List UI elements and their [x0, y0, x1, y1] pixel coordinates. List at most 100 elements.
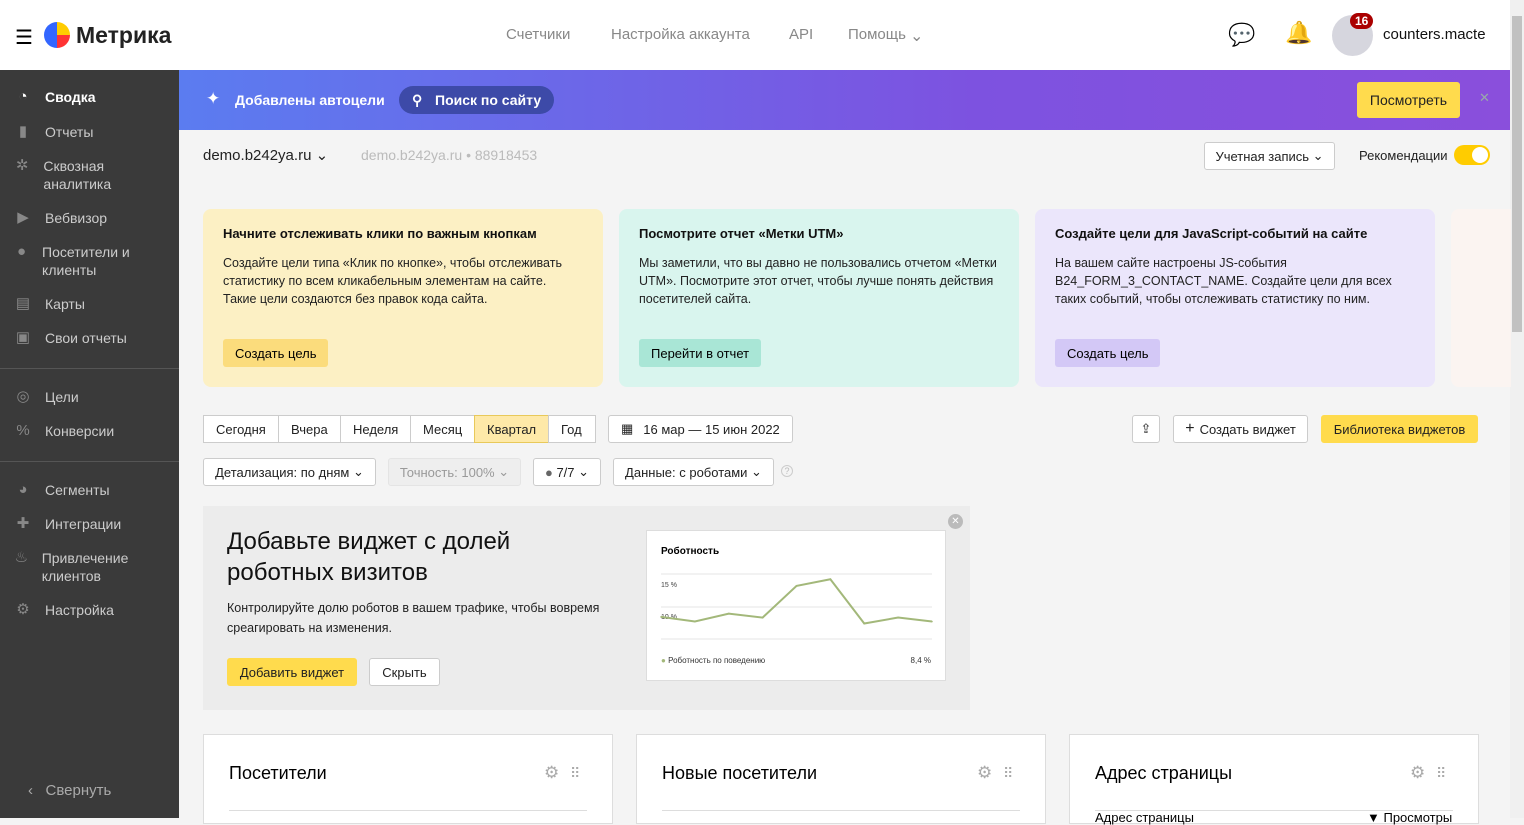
nav-api[interactable]: API: [789, 26, 813, 43]
gear-icon[interactable]: ⚙: [1410, 763, 1425, 783]
robot-widget-promo: Добавьте виджет с долей роботных визитов…: [203, 506, 970, 710]
gear-icon[interactable]: ⚙: [977, 763, 992, 783]
accuracy-dropdown[interactable]: Точность: 100% ⌄: [388, 458, 521, 486]
site-search-pill[interactable]: ⚲ Поиск по сайту: [399, 86, 555, 114]
banner-title: Добавлены автоцели: [235, 92, 385, 108]
logo[interactable]: Метрика: [76, 22, 171, 49]
menu-icon[interactable]: ☰: [15, 25, 33, 50]
data-point: [795, 585, 798, 587]
widget-title: Адрес страницы: [1095, 763, 1233, 783]
card-title: Посмотрите отчет «Метки UTM»: [639, 226, 844, 241]
export-button[interactable]: ⇪: [1132, 415, 1160, 443]
card-title: Создайте цели для JavaScript-событий на …: [1055, 226, 1368, 241]
user-name[interactable]: counters.macte: [1383, 26, 1486, 43]
help-icon[interactable]: ?: [781, 465, 793, 477]
sidebar-item-12[interactable]: ⚙ Настройка: [14, 601, 164, 619]
segment-icon: ●: [544, 464, 557, 480]
scrollbar[interactable]: [1510, 0, 1524, 818]
data-point: [897, 616, 899, 619]
period-0[interactable]: Сегодня: [203, 415, 279, 443]
card-title: Начните отслеживать клики по важным кноп…: [223, 226, 537, 241]
sidebar-item-11[interactable]: ♨ Привлечение клиентов: [14, 549, 164, 585]
data-point: [829, 578, 832, 581]
gear-icon[interactable]: ⚙: [544, 763, 559, 783]
widget: Посетители ⚙ ⠿: [203, 734, 613, 824]
drag-handle-icon[interactable]: ⠿: [1436, 765, 1446, 782]
sidebar-item-3[interactable]: ▶ Вебвизор: [14, 209, 164, 227]
sidebar-item-2[interactable]: ✲ Сквозная аналитика: [14, 157, 164, 193]
account-dropdown[interactable]: Учетная запись ⌄: [1204, 142, 1335, 170]
close-icon[interactable]: ✕: [948, 514, 963, 529]
target-icon: ◎: [16, 388, 30, 405]
sidebar-item-9[interactable]: ◕ Сегменты: [14, 481, 164, 499]
card-text: Создайте цели типа «Клик по кнопке», что…: [223, 256, 562, 306]
sidebar-item-7[interactable]: ◎ Цели: [14, 388, 164, 406]
detail-dropdown[interactable]: Детализация: по дням ⌄: [203, 458, 376, 486]
card-text: Мы заметили, что вы давно не пользовалис…: [639, 256, 997, 306]
card-text: На вашем сайте настроены JS-события B24_…: [1055, 256, 1392, 306]
collapse-button[interactable]: ‹ Свернуть: [28, 782, 111, 799]
drag-handle-icon[interactable]: ⠿: [1003, 765, 1013, 782]
card-button[interactable]: Создать цель: [223, 339, 329, 367]
fire-icon: ♨: [14, 549, 29, 566]
dashboard-icon: ◔: [18, 88, 28, 105]
sparkle-icon: ✦: [206, 89, 221, 108]
segments-dropdown[interactable]: ● 7/7 ⌄: [533, 458, 601, 486]
chat-icon[interactable]: 💬: [1228, 22, 1255, 48]
widget-title: Посетители: [229, 763, 327, 783]
period-5[interactable]: Год: [548, 415, 596, 443]
user-icon: ●: [16, 243, 27, 260]
autogoals-banner: ✦ Добавлены автоцели ⚲ Поиск по сайту Пос…: [179, 70, 1510, 130]
counter-id: demo.b242ya.ru • 88918453: [361, 147, 538, 163]
data-point: [694, 620, 696, 623]
promo-title: Добавьте виджет с долей роботных визитов: [227, 528, 511, 586]
data-point: [931, 620, 933, 623]
recommendation-card: Посмотрите отчет «Метки UTM» Мы заметили,…: [619, 209, 1019, 387]
counter-selector[interactable]: demo.b242ya.ru ⌄: [203, 146, 328, 164]
view-button[interactable]: Посмотреть: [1357, 82, 1460, 118]
data-point: [761, 616, 764, 619]
chevron-down-icon: ⌄: [910, 28, 924, 45]
nav-account-settings[interactable]: Настройка аккаунта: [611, 26, 750, 43]
plus-icon: +: [1185, 420, 1195, 437]
sidebar-item-5[interactable]: ▤ Карты: [14, 295, 164, 313]
sidebar-item-8[interactable]: % Конверсии: [14, 422, 164, 440]
card-button[interactable]: Создать цель: [1055, 339, 1161, 367]
sidebar-item-6[interactable]: ▣ Свои отчеты: [14, 329, 164, 347]
period-4[interactable]: Квартал: [474, 415, 549, 443]
close-icon[interactable]: ✕: [1479, 90, 1490, 106]
y-tick-label: 15 %: [661, 582, 677, 589]
settings-icon: ⚙: [16, 601, 30, 618]
drag-handle-icon[interactable]: ⠿: [570, 765, 580, 782]
widget-title: Новые посетители: [662, 763, 818, 783]
sidebar-item-4[interactable]: ● Посетители и клиенты: [14, 243, 164, 279]
sidebar-item-0[interactable]: ◔ Сводка: [14, 88, 164, 106]
add-widget-button[interactable]: Добавить виджет: [227, 658, 357, 686]
inbox-icon: ▣: [15, 329, 31, 346]
data-point: [863, 622, 866, 625]
hide-button[interactable]: Скрыть: [369, 658, 440, 686]
play-icon: ▶: [17, 209, 29, 226]
search-icon: ⚲: [412, 92, 423, 108]
map-icon: ▤: [15, 295, 31, 312]
sidebar-item-10[interactable]: ✚ Интеграции: [14, 515, 164, 533]
chevron-left-icon: ‹: [28, 782, 46, 799]
data-point: [660, 616, 662, 618]
recommendations-label: Рекомендации: [1359, 148, 1448, 163]
logo-icon: [44, 22, 70, 48]
robot-chart-preview: Роботность 15 % 10 % ● Роботность по пове…: [646, 530, 946, 681]
period-3[interactable]: Месяц: [410, 415, 475, 443]
recommendations-toggle[interactable]: [1454, 145, 1490, 165]
date-range-picker[interactable]: ▦ 16 мар — 15 июн 2022: [608, 415, 793, 443]
sidebar-item-1[interactable]: ▮ Отчеты: [14, 123, 164, 141]
create-widget-button[interactable]: + Создать виджет: [1173, 415, 1308, 443]
calendar-icon: ▦: [621, 421, 634, 436]
period-1[interactable]: Вчера: [278, 415, 341, 443]
nav-help[interactable]: Помощь: [848, 26, 906, 43]
card-button[interactable]: Перейти в отчет: [639, 339, 762, 367]
nav-counters[interactable]: Счетчики: [506, 26, 570, 43]
data-dropdown[interactable]: Данные: с роботами ⌄: [613, 458, 774, 486]
bell-icon[interactable]: 🔔: [1285, 20, 1312, 46]
period-2[interactable]: Неделя: [340, 415, 411, 443]
widget-library-button[interactable]: Библиотека виджетов: [1321, 415, 1478, 443]
